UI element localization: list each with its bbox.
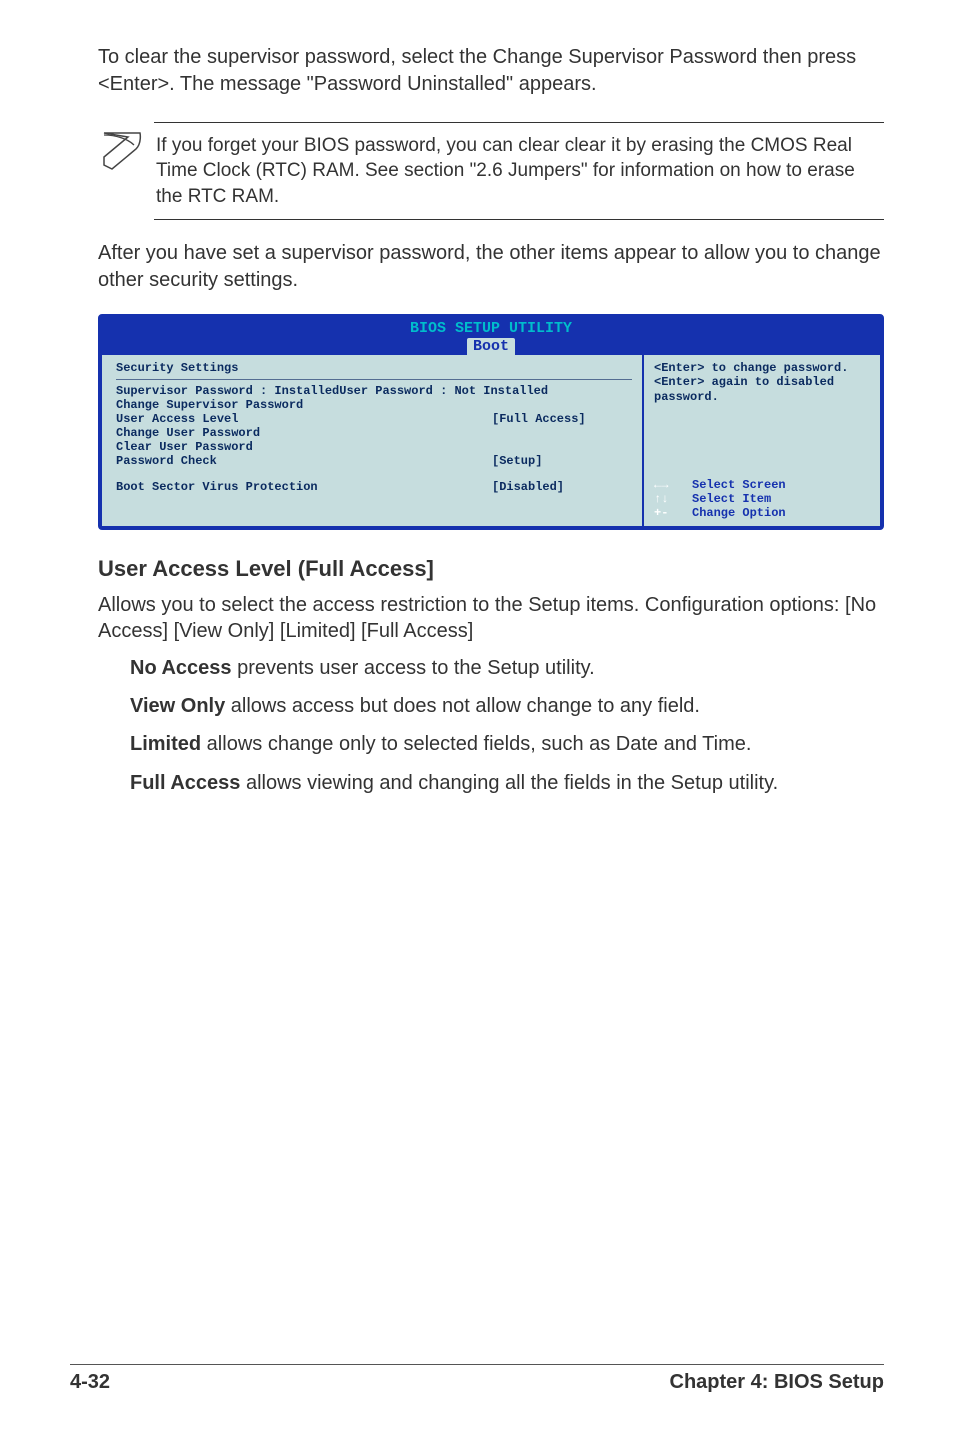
- bios-change-supervisor: Change Supervisor Password: [116, 398, 632, 412]
- bios-supervisor-status: Supervisor Password : Installed: [116, 384, 339, 398]
- page-footer: 4-32 Chapter 4: BIOS Setup: [70, 1364, 884, 1394]
- pencil-note-icon: [98, 129, 146, 173]
- note-icon-wrap: [98, 129, 156, 178]
- bios-screenshot: BIOS SETUP UTILITY Boot Security Setting…: [98, 314, 884, 530]
- bios-nav-help: ←→ Select Screen ↑↓ Select Item +- Change O…: [654, 478, 872, 520]
- nav-key-lr: ←→: [654, 478, 684, 492]
- footer-page-number: 4-32: [70, 1371, 110, 1394]
- paragraph-clear-password: To clear the supervisor password, select…: [98, 44, 884, 98]
- option-full-access: Full Access allows viewing and changing …: [130, 770, 884, 796]
- footer-chapter: Chapter 4: BIOS Setup: [670, 1371, 884, 1394]
- bios-section-title: Security Settings: [116, 361, 632, 377]
- option-limited: Limited allows change only to selected f…: [130, 731, 884, 757]
- option-limited-text: allows change only to selected fields, s…: [201, 733, 751, 755]
- option-view-only-bold: View Only: [130, 695, 225, 717]
- bios-left-pane: Security Settings Supervisor Password : …: [102, 355, 644, 526]
- nav-act-screen: Select Screen: [692, 478, 786, 492]
- divider: [116, 379, 632, 380]
- bios-clear-user-password: Clear User Password: [116, 440, 632, 454]
- nav-act-option: Change Option: [692, 506, 786, 520]
- bios-boot-sector-value: [Disabled]: [492, 480, 632, 494]
- bios-password-check-label: Password Check: [116, 454, 492, 468]
- option-view-only-text: allows access but does not allow change …: [225, 695, 700, 717]
- option-view-only: View Only allows access but does not all…: [130, 693, 884, 719]
- bios-title: BIOS SETUP UTILITY: [102, 320, 880, 337]
- option-no-access-bold: No Access: [130, 657, 232, 679]
- nav-key-ud: ↑↓: [654, 492, 684, 506]
- bios-tab-boot: Boot: [467, 338, 515, 355]
- bios-right-pane: <Enter> to change password. <Enter> agai…: [644, 355, 880, 526]
- bios-user-access-level-label: User Access Level: [116, 412, 492, 426]
- bios-user-access-level-value: [Full Access]: [492, 412, 632, 426]
- heading-user-access-level: User Access Level (Full Access]: [98, 556, 884, 582]
- option-no-access: No Access prevents user access to the Se…: [130, 655, 884, 681]
- option-no-access-text: prevents user access to the Setup utilit…: [232, 657, 595, 679]
- paragraph-ual-description: Allows you to select the access restrict…: [98, 592, 884, 645]
- note-block: If you forget your BIOS password, you ca…: [154, 122, 884, 220]
- paragraph-after-set: After you have set a supervisor password…: [98, 240, 884, 294]
- nav-key-pm: +-: [654, 506, 684, 520]
- bios-header: BIOS SETUP UTILITY Boot: [102, 318, 880, 355]
- option-full-access-bold: Full Access: [130, 772, 240, 794]
- note-text: If you forget your BIOS password, you ca…: [156, 133, 884, 209]
- bios-user-password-status: User Password : Not Installed: [339, 384, 548, 398]
- option-limited-bold: Limited: [130, 733, 201, 755]
- bios-password-check-value: [Setup]: [492, 454, 632, 468]
- bios-help-line1: <Enter> to change password.: [654, 361, 872, 375]
- nav-act-item: Select Item: [692, 492, 771, 506]
- bios-help-line2: <Enter> again to disabled password.: [654, 375, 872, 404]
- option-full-access-text: allows viewing and changing all the fiel…: [240, 772, 778, 794]
- bios-boot-sector-label: Boot Sector Virus Protection: [116, 480, 492, 494]
- bios-change-user-password: Change User Password: [116, 426, 632, 440]
